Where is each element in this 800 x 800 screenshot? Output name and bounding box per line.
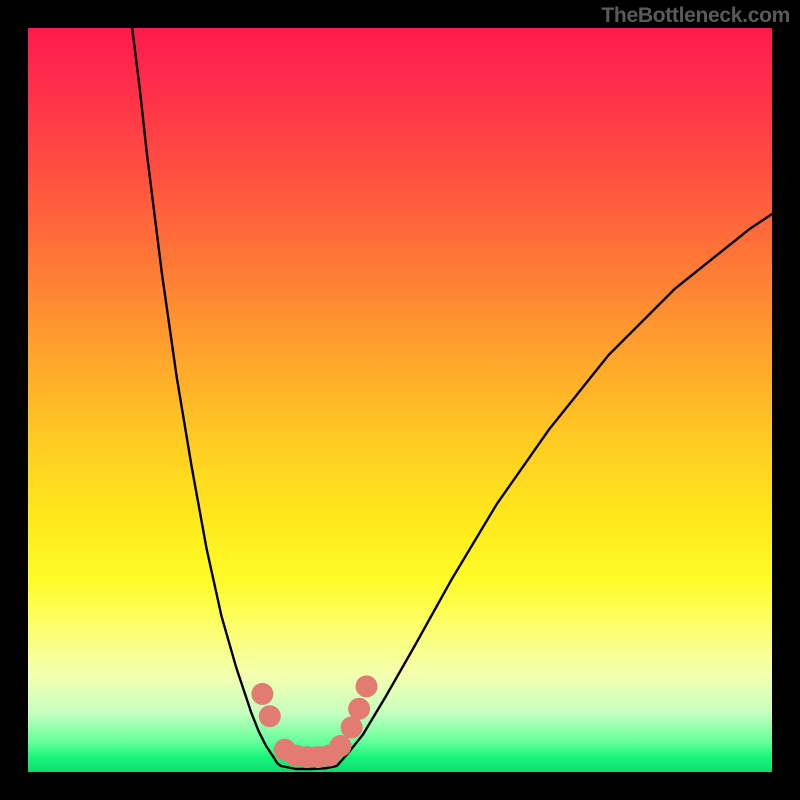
plot-area xyxy=(28,28,772,772)
marker-dot xyxy=(348,698,370,720)
marker-dot xyxy=(251,683,273,705)
bottleneck-curve xyxy=(132,28,772,769)
chart-frame: TheBottleneck.com xyxy=(0,0,800,800)
watermark-text: TheBottleneck.com xyxy=(601,4,790,28)
curve-layer xyxy=(28,28,772,772)
marker-dot xyxy=(259,705,281,727)
marker-dot xyxy=(330,735,352,757)
marker-dot xyxy=(356,675,378,697)
